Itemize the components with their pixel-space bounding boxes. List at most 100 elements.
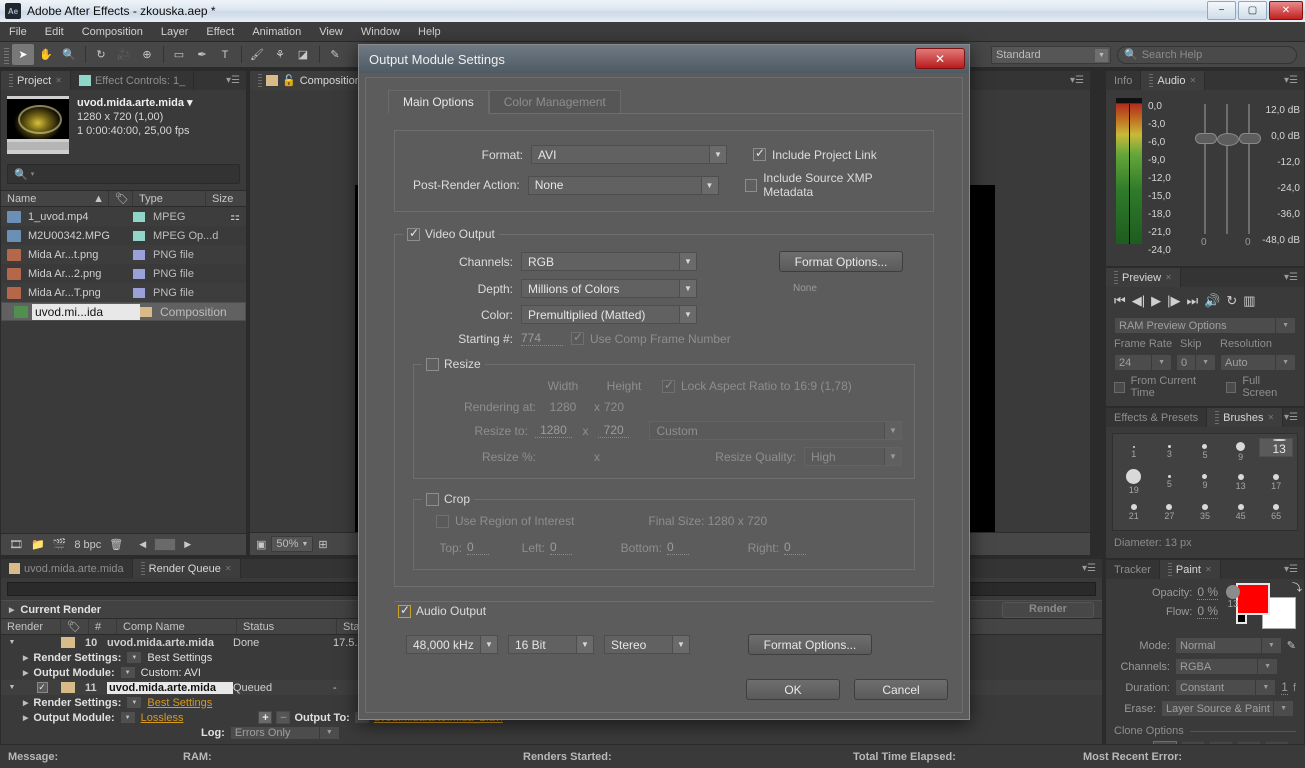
bit-depth-label[interactable]: 8 bpc: [74, 539, 101, 551]
menu-edit[interactable]: Edit: [36, 24, 73, 40]
panel-menu-icon[interactable]: ▾☰: [1284, 564, 1298, 575]
use-comp-frame-number-checkbox[interactable]: [571, 330, 584, 345]
tab-comp-timeline[interactable]: uvod.mida.arte.mida: [1, 559, 133, 578]
brush-item[interactable]: 1: [1117, 438, 1151, 466]
new-folder-icon[interactable]: 📁: [31, 538, 45, 551]
depth-selector[interactable]: Millions of Colors ▼: [521, 279, 697, 298]
dialog-close-button[interactable]: ✕: [915, 48, 965, 69]
tab-preview[interactable]: Preview ✕: [1106, 268, 1181, 287]
hand-tool-icon[interactable]: ✋: [35, 44, 57, 65]
render-button[interactable]: Render: [1002, 601, 1094, 618]
master-fader[interactable]: [1217, 104, 1239, 234]
close-icon[interactable]: ✕: [225, 564, 232, 573]
resize-to-height[interactable]: 720: [597, 423, 630, 438]
eyedropper-icon[interactable]: ✎: [1287, 639, 1296, 652]
horizontal-scrollbar[interactable]: [154, 538, 177, 551]
resolution-selector[interactable]: Auto ▼: [1220, 354, 1296, 371]
resize-to-width[interactable]: 1280: [534, 423, 572, 438]
type-tool-icon[interactable]: T: [214, 44, 236, 65]
right-channel-fader[interactable]: 0: [1239, 104, 1261, 248]
close-icon[interactable]: ✕: [1165, 273, 1172, 282]
column-label-tag[interactable]: 🏷: [61, 619, 89, 634]
column-label-icon-header[interactable]: 🏷: [109, 191, 133, 206]
maximize-button[interactable]: ▢: [1238, 1, 1267, 20]
pan-behind-tool-icon[interactable]: ⊕: [136, 44, 158, 65]
menu-animation[interactable]: Animation: [243, 24, 310, 40]
render-settings-value[interactable]: Best Settings: [147, 652, 212, 664]
list-item[interactable]: Mida Ar...2.png PNG file: [1, 264, 246, 283]
audio-output-checkbox[interactable]: [398, 603, 411, 618]
channels-selector[interactable]: RGBA ▼: [1175, 658, 1278, 675]
zoom-level-selector[interactable]: 50% ▼: [271, 536, 314, 552]
ok-button[interactable]: OK: [746, 679, 840, 700]
format-selector[interactable]: AVI ▼: [531, 145, 727, 164]
from-current-time-checkbox[interactable]: [1114, 381, 1125, 393]
menu-window[interactable]: Window: [352, 24, 409, 40]
disclosure-triangle-icon[interactable]: ▶: [9, 606, 14, 614]
panel-menu-icon[interactable]: ▾☰: [1284, 412, 1298, 423]
ram-preview-icon[interactable]: ▥: [1243, 293, 1255, 309]
skip-selector[interactable]: 0 ▼: [1176, 354, 1216, 371]
disclosure-triangle-icon[interactable]: ▶: [23, 699, 28, 707]
flow-value[interactable]: 0 %: [1197, 604, 1218, 619]
rotation-tool-icon[interactable]: ↻: [90, 44, 112, 65]
video-format-options-button[interactable]: Format Options...: [779, 251, 903, 272]
previous-frame-icon[interactable]: ◀|: [1132, 293, 1145, 309]
erase-selector[interactable]: Layer Source & Paint ▼: [1161, 700, 1294, 717]
eraser-tool-icon[interactable]: ◪: [292, 44, 314, 65]
chevron-down-icon[interactable]: ▾: [187, 97, 193, 109]
full-resolution-icon[interactable]: ▣: [256, 538, 266, 551]
output-module-dropdown[interactable]: ▼: [119, 711, 136, 724]
full-screen-checkbox[interactable]: [1225, 381, 1237, 393]
tab-effects-presets[interactable]: Effects & Presets: [1106, 408, 1208, 427]
lock-aspect-checkbox[interactable]: [662, 378, 675, 393]
column-index[interactable]: #: [89, 619, 117, 634]
opacity-value[interactable]: 0 %: [1197, 585, 1218, 600]
crop-legend[interactable]: Crop: [422, 492, 475, 506]
swap-colors-icon[interactable]: ⤵: [1292, 579, 1302, 594]
crop-top-value[interactable]: 0: [467, 540, 489, 555]
fader-knob[interactable]: [1195, 133, 1217, 144]
audio-output-legend[interactable]: Audio Output: [394, 603, 491, 618]
audio-toggle-icon[interactable]: 🔊: [1204, 293, 1220, 309]
label-color-swatch[interactable]: [133, 287, 145, 298]
bit-depth-selector[interactable]: 16 Bit ▼: [508, 635, 594, 654]
brush-item[interactable]: 65: [1259, 498, 1293, 526]
crop-left-value[interactable]: 0: [550, 540, 572, 555]
close-icon[interactable]: ✕: [1190, 76, 1197, 85]
brush-item-selected[interactable]: 13: [1259, 438, 1293, 457]
label-color-swatch[interactable]: [61, 682, 75, 693]
add-output-module-button[interactable]: +: [258, 711, 273, 724]
toolbar-grip-icon[interactable]: [4, 45, 9, 64]
menu-effect[interactable]: Effect: [197, 24, 243, 40]
tab-brushes[interactable]: Brushes ✕: [1207, 408, 1284, 427]
selection-tool-icon[interactable]: ➤: [12, 44, 34, 65]
tab-render-queue[interactable]: Render Queue ✕: [132, 559, 241, 578]
row-comp-name-selected[interactable]: uvod.mida.arte.mida: [107, 681, 233, 694]
first-frame-icon[interactable]: ⏮: [1114, 293, 1126, 309]
default-colors-icon[interactable]: [1236, 613, 1247, 624]
delete-icon[interactable]: 🗑: [109, 538, 123, 551]
tab-tracker[interactable]: Tracker: [1106, 560, 1160, 579]
tab-main-options[interactable]: Main Options: [388, 90, 489, 114]
use-roi-row[interactable]: Use Region of Interest: [436, 514, 574, 528]
menu-view[interactable]: View: [310, 24, 352, 40]
render-settings-dropdown[interactable]: ▼: [126, 696, 143, 709]
disclosure-triangle-icon[interactable]: ▼: [1, 639, 23, 646]
left-channel-fader[interactable]: 0: [1195, 104, 1217, 248]
workspace-selector[interactable]: Standard ▼: [991, 45, 1111, 64]
brush-tool-icon[interactable]: 🖌: [246, 44, 268, 65]
tab-info[interactable]: Info: [1106, 71, 1142, 90]
grid-guides-icon[interactable]: ⊞: [318, 538, 327, 551]
brush-item[interactable]: 45: [1224, 498, 1258, 526]
include-project-link-row[interactable]: Include Project Link: [753, 146, 877, 162]
tab-composition[interactable]: 🔓 Composition: [250, 71, 370, 90]
disclosure-triangle-icon[interactable]: ▶: [23, 669, 28, 677]
list-item[interactable]: Mida Ar...T.png PNG file: [1, 283, 246, 302]
resize-quality-selector[interactable]: High ▼: [804, 447, 902, 466]
remove-output-module-button[interactable]: −: [276, 711, 291, 724]
include-xmp-checkbox[interactable]: [744, 178, 758, 192]
include-project-link-checkbox[interactable]: [753, 146, 766, 161]
tab-project[interactable]: Project ✕: [1, 71, 71, 90]
ram-preview-options-selector[interactable]: RAM Preview Options ▼: [1114, 317, 1296, 334]
